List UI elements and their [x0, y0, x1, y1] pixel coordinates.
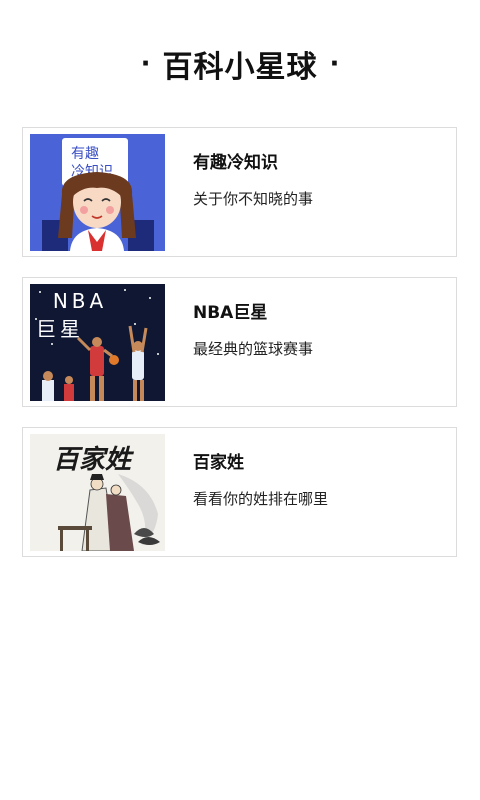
nba-thumb-text-1: NBA [53, 289, 107, 313]
fun-facts-subtitle: 关于你不知晓的事 [193, 190, 314, 208]
card-surnames[interactable]: 百家姓 百家姓 看看你的姓排在哪里 [22, 427, 457, 557]
nba-stars-thumbnail: NBA 巨星 [30, 284, 165, 401]
fun-facts-title: 有趣冷知识 [193, 153, 278, 173]
page-header: · 百科小星球 · [0, 42, 480, 86]
surnames-thumb-text: 百家姓 [53, 445, 135, 475]
surnames-subtitle: 看看你的姓排在哪里 [193, 490, 329, 508]
fun-facts-thumbnail: 有趣 冷知识 [30, 134, 165, 251]
nba-thumb-text-2: 巨星 [36, 317, 84, 341]
fun-facts-thumb-text-1: 有趣 [71, 146, 99, 162]
surnames-thumbnail: 百家姓 [30, 434, 165, 551]
surnames-title: 百家姓 [193, 453, 244, 473]
nba-stars-title: NBA巨星 [193, 303, 268, 323]
nba-stars-subtitle: 最经典的篮球赛事 [193, 340, 314, 358]
app-screen: · 百科小星球 · 有趣 冷知识 有趣冷知识 关于你不知晓的事 NBA 巨星 N… [0, 0, 480, 800]
header-dot-left: · [140, 49, 151, 79]
header-dot-right: · [329, 49, 340, 79]
card-fun-facts[interactable]: 有趣 冷知识 有趣冷知识 关于你不知晓的事 [22, 127, 457, 257]
card-nba-stars[interactable]: NBA 巨星 NBA巨星 最经典的篮球赛事 [22, 277, 457, 407]
page-title: 百科小星球 [162, 50, 318, 85]
